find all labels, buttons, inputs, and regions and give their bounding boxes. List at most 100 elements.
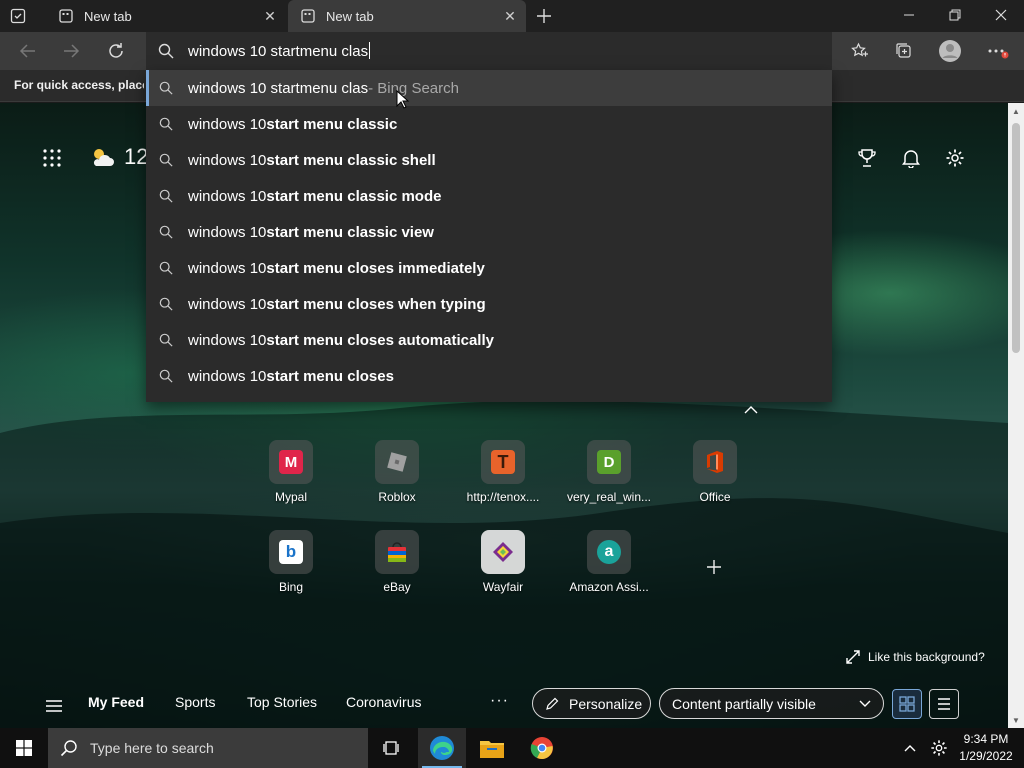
windows-taskbar: Type here to search 9:34 PM 1/29/2022 (0, 728, 1024, 768)
d-logo-icon: D (597, 450, 621, 474)
windows-start-icon[interactable] (0, 728, 48, 768)
show-hidden-icons-chevron-up-icon[interactable] (900, 728, 920, 768)
profile-avatar-icon[interactable] (936, 38, 964, 64)
settings-more-icon[interactable] (984, 38, 1012, 64)
file-explorer-icon[interactable] (468, 728, 516, 768)
quick-link-ebay[interactable]: eBay (347, 530, 447, 600)
taskbar-search-box[interactable]: Type here to search (48, 728, 368, 768)
suggestion-item[interactable]: windows 10 start menu closes (146, 358, 832, 394)
grid-view-button[interactable] (892, 689, 922, 719)
search-icon (158, 116, 174, 132)
quick-link-tile (375, 530, 419, 574)
quick-link-office[interactable]: Office (665, 440, 765, 510)
tab-strip: New tab ✕ New tab ✕ (0, 0, 1024, 32)
tab-1[interactable]: New tab ✕ (46, 0, 286, 32)
search-icon (158, 368, 174, 384)
add-quick-link-plus-icon[interactable] (703, 556, 725, 578)
settings-gear-tray-icon[interactable] (928, 728, 950, 768)
personalize-button[interactable]: Personalize (532, 688, 651, 719)
browser-window: New tab ✕ New tab ✕ windows 10 startmenu… (0, 0, 1024, 768)
list-view-icon (938, 698, 950, 710)
scroll-up-icon[interactable]: ▲ (1008, 103, 1024, 119)
close-window-icon[interactable] (978, 0, 1024, 30)
feed-more-button[interactable]: ··· (490, 692, 509, 710)
feed-menu-hamburger-icon[interactable] (44, 696, 64, 716)
notifications-bell-icon[interactable] (899, 146, 923, 170)
app-launcher-icon[interactable] (40, 146, 64, 170)
collections-icon[interactable] (890, 38, 918, 64)
favorites-bar-hint: For quick access, place y (14, 78, 144, 92)
search-icon (158, 43, 174, 64)
suggestion-item[interactable]: windows 10 start menu closes immediately (146, 250, 832, 286)
close-tab-1-icon[interactable]: ✕ (260, 6, 280, 26)
favorites-star-icon[interactable] (846, 38, 874, 64)
suggestion-item[interactable]: windows 10 start menu clas sic (146, 106, 832, 142)
mouse-cursor-icon (396, 90, 410, 109)
quick-link-tile (693, 440, 737, 484)
quick-link-very-real-win[interactable]: D very_real_win... (559, 440, 659, 510)
text-caret (369, 42, 371, 59)
quick-link-roblox[interactable]: Roblox (347, 440, 447, 510)
quick-link-tile (481, 530, 525, 574)
feed-tab-top-stories[interactable]: Top Stories (247, 694, 317, 710)
taskbar-clock[interactable]: 9:34 PM 1/29/2022 (950, 731, 1022, 765)
feed-tab-coronavirus[interactable]: Coronavirus (346, 694, 421, 710)
chrome-taskbar-icon[interactable] (518, 728, 566, 768)
new-tab-favicon-icon (58, 8, 74, 24)
roblox-logo-icon (387, 452, 407, 472)
restore-icon[interactable] (932, 0, 978, 30)
tab-2-title: New tab (326, 8, 374, 24)
page-settings-gear-icon[interactable] (943, 146, 967, 170)
forward-arrow-icon[interactable] (57, 38, 85, 64)
clock-date: 1/29/2022 (959, 749, 1013, 763)
feed-tab-sports[interactable]: Sports (175, 694, 215, 710)
bing-logo-icon: b (279, 540, 303, 564)
search-icon (158, 152, 174, 168)
tenox-logo-icon: T (491, 450, 515, 474)
suggestion-item[interactable]: windows 10 start menu clas sic view (146, 214, 832, 250)
back-arrow-icon[interactable] (14, 38, 42, 64)
address-bar[interactable]: windows 10 startmenu clas (146, 32, 832, 70)
quick-link-tile (375, 440, 419, 484)
search-icon (158, 224, 174, 240)
tab-actions-icon[interactable] (8, 6, 28, 26)
quick-link-tenox[interactable]: T http://tenox.... (453, 440, 553, 510)
refresh-icon[interactable] (102, 38, 130, 64)
suggestion-item[interactable]: windows 10 start menu clas sic mode (146, 178, 832, 214)
like-background-link[interactable]: Like this background? (846, 650, 985, 664)
news-feed-bar: My Feed Sports Top Stories Coronavirus ·… (0, 684, 1008, 728)
quick-link-amazon-assistant[interactable]: a Amazon Assi... (559, 530, 659, 600)
quick-link-wayfair[interactable]: Wayfair (453, 530, 553, 600)
tab-1-title: New tab (84, 8, 132, 24)
collapse-chevron-up-icon[interactable] (742, 402, 760, 416)
feed-tab-my-feed[interactable]: My Feed (88, 694, 144, 710)
new-tab-plus-icon[interactable] (533, 5, 555, 27)
list-view-button[interactable] (929, 689, 959, 719)
quick-link-mypal[interactable]: M Mypal (241, 440, 341, 510)
quick-link-bing[interactable]: b Bing (241, 530, 341, 600)
expand-arrows-icon (846, 650, 860, 664)
edge-taskbar-icon[interactable] (418, 728, 466, 768)
suggestion-item[interactable]: windows 10 start menu closes when typing (146, 286, 832, 322)
task-view-icon[interactable] (368, 728, 416, 768)
address-suggestions-dropdown: windows 10 startmenu clas - Bing Search … (146, 70, 832, 402)
tab-2-active[interactable]: New tab ✕ (288, 0, 526, 32)
suggestion-item[interactable]: windows 10 start menu closes automatical… (146, 322, 832, 358)
content-visibility-select[interactable]: Content partially visible (659, 688, 884, 719)
suggestion-item[interactable]: windows 10 startmenu clas - Bing Search (146, 70, 832, 106)
suggestion-item[interactable]: windows 10 start menu clas sic shell (146, 142, 832, 178)
scrollbar-thumb[interactable] (1012, 123, 1020, 353)
quick-link-tile: a (587, 530, 631, 574)
clock-time: 9:34 PM (963, 732, 1009, 746)
quick-link-tile: T (481, 440, 525, 484)
page-scrollbar[interactable]: ▲ ▼ (1008, 103, 1024, 728)
minimize-icon[interactable] (886, 0, 932, 30)
scroll-down-icon[interactable]: ▼ (1008, 712, 1024, 728)
wayfair-logo-icon (493, 542, 513, 562)
close-tab-2-icon[interactable]: ✕ (500, 6, 520, 26)
pencil-icon (546, 697, 559, 710)
address-input[interactable]: windows 10 startmenu clas (188, 42, 371, 60)
weather-widget[interactable]: 12 (90, 144, 148, 170)
rewards-trophy-icon[interactable] (855, 146, 879, 170)
weather-temperature: 12 (124, 144, 149, 169)
